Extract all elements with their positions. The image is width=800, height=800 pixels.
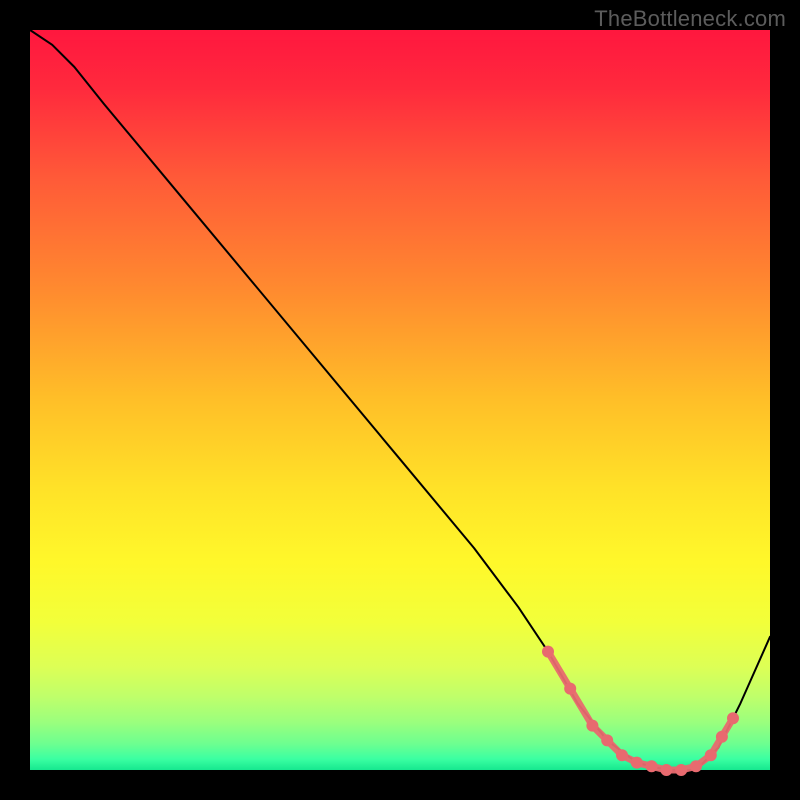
highlight-dot	[646, 760, 658, 772]
chart-stage: TheBottleneck.com	[0, 0, 800, 800]
highlight-dot	[586, 720, 598, 732]
watermark-text: TheBottleneck.com	[594, 6, 786, 32]
highlight-dot	[675, 764, 687, 776]
highlight-dot	[705, 749, 717, 761]
highlight-dot	[690, 760, 702, 772]
chart-svg	[0, 0, 800, 800]
highlight-dot	[727, 712, 739, 724]
highlight-dot	[660, 764, 672, 776]
highlight-dot	[716, 731, 728, 743]
highlight-dot	[631, 757, 643, 769]
highlight-dot	[564, 683, 576, 695]
plot-background	[30, 30, 770, 770]
highlight-dot	[542, 646, 554, 658]
highlight-dot	[616, 749, 628, 761]
highlight-dot	[601, 734, 613, 746]
